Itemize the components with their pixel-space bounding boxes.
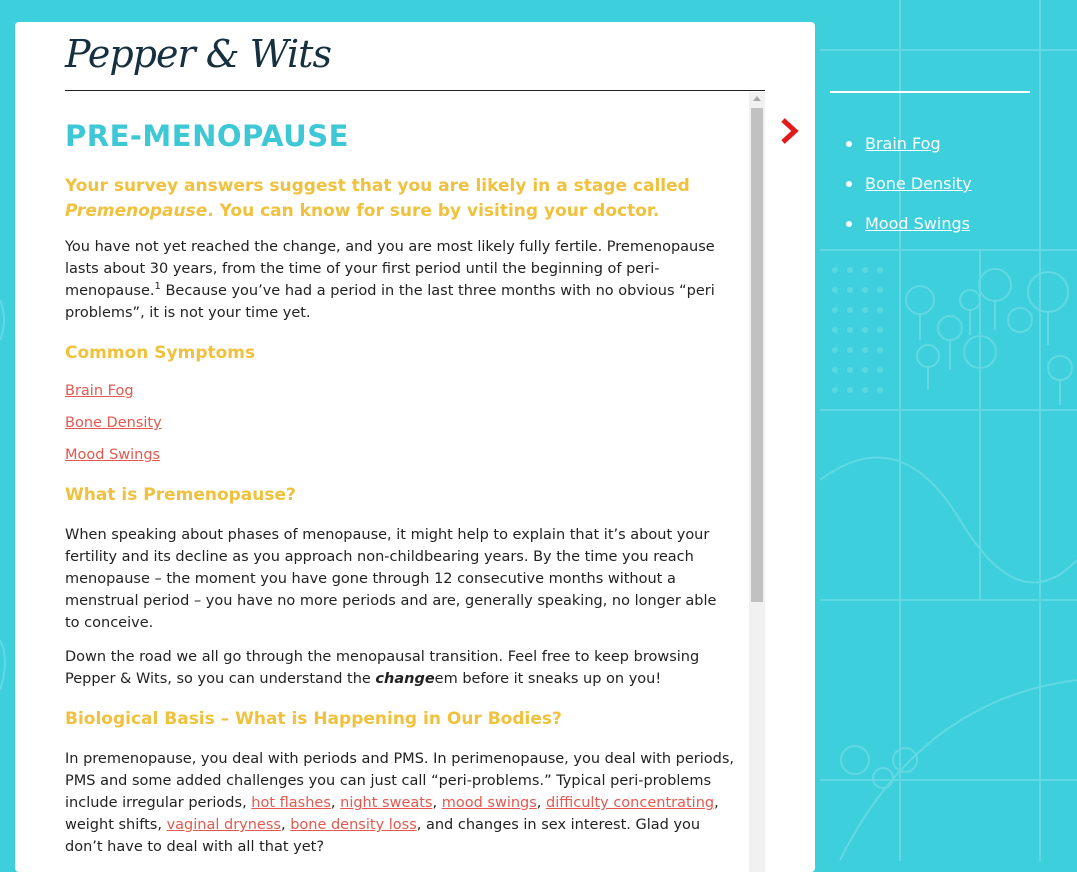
vertical-scrollbar[interactable] [749, 92, 765, 872]
link-difficulty-concentrating[interactable]: difficulty concentrating [546, 795, 714, 811]
content-card: Pepper & Wits PRE-MENOPAUSE Your survey … [15, 22, 815, 872]
comma: , [330, 795, 341, 811]
stage-summary-text-end: . You can know for sure by visiting your… [207, 201, 660, 221]
biological-basis-heading: Biological Basis – What is Happening in … [65, 709, 562, 729]
symptoms-heading: Common Symptoms [65, 343, 256, 363]
link-night-sweats[interactable]: night sweats [340, 795, 432, 811]
sidebar-item-brain-fog: Brain Fog [830, 130, 972, 170]
stage-name: Premenopause [65, 201, 208, 221]
symptom-links: Brain Fog Bone Density Mood Swings [65, 380, 735, 466]
biological-paragraph: In premenopause, you deal with periods a… [65, 748, 735, 858]
comma: , [280, 817, 291, 833]
comma: , [714, 795, 719, 811]
bio-text-cont: weight shifts, [65, 817, 167, 833]
symptom-link-mood-swings[interactable]: Mood Swings [65, 444, 735, 466]
transition-text-end: em before it sneaks up on you! [434, 671, 662, 687]
intro-text-cont: Because you’ve had a period in the last … [65, 283, 715, 321]
link-hot-flashes[interactable]: hot flashes [251, 795, 331, 811]
symptom-link-brain-fog[interactable]: Brain Fog [65, 380, 735, 402]
sidebar-link-list: Brain Fog Bone Density Mood Swings [830, 130, 972, 250]
stage-summary: Your survey answers suggest that you are… [65, 174, 735, 224]
sidebar-link-bone-density[interactable]: Bone Density [865, 174, 972, 193]
scroll-up-arrow-icon[interactable] [753, 96, 761, 101]
link-vaginal-dryness[interactable]: vaginal dryness [167, 817, 281, 833]
link-mood-swings[interactable]: mood swings [442, 795, 537, 811]
bullet-icon [846, 181, 852, 187]
stage-summary-text: Your survey answers suggest that you are… [65, 176, 690, 196]
comma: , [432, 795, 442, 811]
transition-paragraph: Down the road we all go through the meno… [65, 646, 735, 690]
article-scroll-area[interactable]: PRE-MENOPAUSE Your survey answers sugges… [65, 92, 765, 872]
comma: , [536, 795, 547, 811]
change-emphasis: change [375, 671, 435, 687]
bullet-icon [846, 141, 852, 147]
sidebar-link-mood-swings[interactable]: Mood Swings [865, 214, 970, 233]
chevron-right-icon[interactable] [778, 116, 802, 146]
link-bone-density-loss[interactable]: bone density loss [290, 817, 417, 833]
brand-logo[interactable]: Pepper & Wits [65, 32, 332, 76]
scrollbar-thumb[interactable] [751, 108, 763, 602]
sidebar-item-mood-swings: Mood Swings [830, 210, 972, 250]
page-title: PRE-MENOPAUSE [65, 119, 349, 153]
logo-divider [65, 90, 765, 91]
sidebar-divider [830, 91, 1030, 93]
sidebar-link-brain-fog[interactable]: Brain Fog [865, 134, 941, 153]
what-is-heading: What is Premenopause? [65, 485, 296, 505]
symptom-link-bone-density[interactable]: Bone Density [65, 412, 735, 434]
bullet-icon [846, 221, 852, 227]
sidebar-item-bone-density: Bone Density [830, 170, 972, 210]
intro-paragraph: You have not yet reached the change, and… [65, 236, 735, 324]
what-is-paragraph: When speaking about phases of menopause,… [65, 527, 717, 631]
